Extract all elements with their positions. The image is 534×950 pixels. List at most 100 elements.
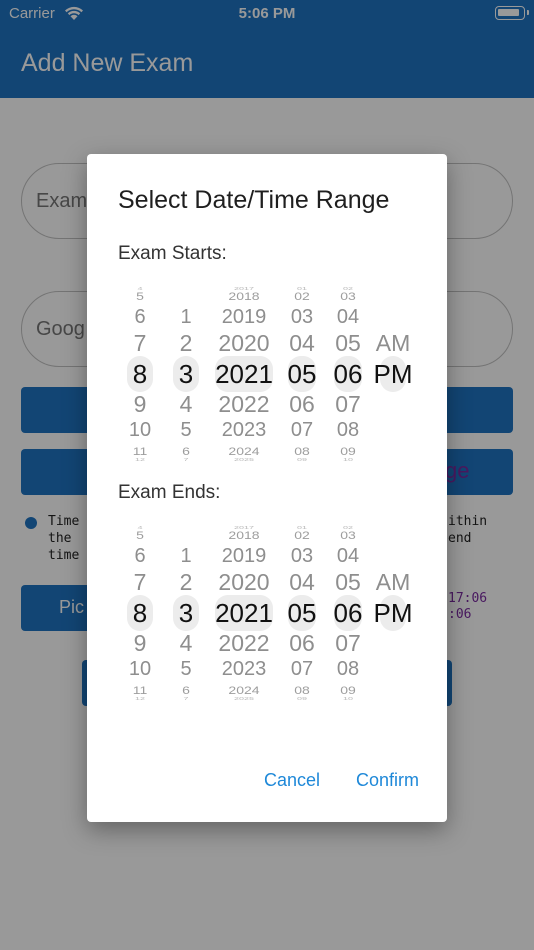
picker-item[interactable]: 06 (282, 392, 322, 416)
picker-item[interactable]: 10 (125, 659, 155, 679)
picker-item[interactable]: PM (371, 361, 415, 387)
picker-item[interactable]: 06 (282, 631, 322, 655)
picker-item[interactable]: 5 (171, 420, 201, 440)
confirm-button[interactable]: Confirm (356, 770, 419, 791)
picker-item[interactable]: 8 (125, 600, 155, 626)
picker-item[interactable]: 09 (329, 445, 367, 456)
picker-item[interactable]: 2018 (209, 290, 279, 301)
picker-item[interactable]: 2022 (209, 631, 279, 655)
picker-item[interactable]: 03 (282, 546, 322, 566)
picker-item[interactable]: 11 (125, 445, 155, 456)
picker-item[interactable]: 08 (282, 445, 322, 456)
exam-start-picker[interactable]: 4 5 6 7 8 9 10 11 12 1 2 3 4 5 6 7 2017 2018 2019 2020 2021 2… (87, 285, 447, 463)
picker-item[interactable]: 2018 (209, 529, 279, 540)
picker-item[interactable]: 11 (125, 684, 155, 695)
day-column[interactable]: 1 2 3 4 5 67 (171, 285, 201, 463)
picker-item[interactable]: 3 (171, 600, 201, 626)
picker-item[interactable]: 4 (171, 392, 201, 416)
picker-item[interactable]: 06 (329, 600, 367, 626)
picker-item[interactable]: 9 (125, 631, 155, 655)
picker-item[interactable]: 6 (125, 307, 155, 327)
ampm-column[interactable]: AM PM (371, 524, 415, 702)
picker-item[interactable]: PM (371, 600, 415, 626)
picker-item[interactable]: 7 (171, 695, 201, 701)
picker-item[interactable]: 06 (329, 361, 367, 387)
picker-item[interactable]: 2021 (209, 600, 279, 626)
picker-item[interactable]: 05 (282, 600, 322, 626)
picker-item[interactable]: 6 (171, 445, 201, 456)
minute-column[interactable]: 02 03 04 05 06 07 08 09 10 (329, 285, 367, 463)
picker-item[interactable]: 03 (282, 307, 322, 327)
picker-item[interactable]: 04 (282, 331, 322, 355)
picker-item[interactable]: 02 (282, 529, 322, 540)
picker-item[interactable]: 09 (282, 695, 322, 701)
exam-end-picker[interactable]: 4 5 6 7 8 9 10 11 12 1 2 3 4 5 6 7 2017 2018 2019 2020 2021 2… (87, 524, 447, 702)
hour-column[interactable]: 4 5 6 7 8 9 10 11 12 (125, 524, 155, 702)
cancel-button[interactable]: Cancel (264, 770, 320, 791)
picker-item[interactable]: 10 (329, 456, 367, 462)
picker-item[interactable]: 2024 (209, 684, 279, 695)
picker-item[interactable]: AM (371, 331, 415, 355)
exam-starts-label: Exam Starts: (118, 243, 227, 264)
picker-item[interactable]: 5 (125, 290, 155, 301)
date-range-dialog: Select Date/Time Range Exam Starts: 4567… (87, 154, 447, 822)
picker-item[interactable]: 04 (282, 570, 322, 594)
picker-item[interactable]: 5 (171, 659, 201, 679)
picker-item[interactable]: 07 (282, 420, 322, 440)
picker-item[interactable]: 1 (171, 546, 201, 566)
picker-item[interactable]: 2022 (209, 392, 279, 416)
picker-item[interactable]: 08 (282, 684, 322, 695)
picker-item[interactable]: 2025 (209, 456, 279, 462)
picker-item[interactable]: 03 (329, 529, 367, 540)
picker-item[interactable]: 10 (329, 695, 367, 701)
picker-item[interactable]: AM (371, 570, 415, 594)
picker-item[interactable]: 2020 (209, 331, 279, 355)
picker-item[interactable]: 07 (282, 659, 322, 679)
picker-item[interactable]: 1 (171, 307, 201, 327)
picker-item[interactable]: 04 (329, 307, 367, 327)
picker-item[interactable]: 2 (171, 570, 201, 594)
picker-item[interactable]: 2 (171, 331, 201, 355)
picker-item[interactable]: 05 (329, 331, 367, 355)
picker-item[interactable]: 07 (329, 631, 367, 655)
picker-item[interactable]: 2019 (209, 307, 279, 327)
picker-item[interactable]: 7 (125, 570, 155, 594)
picker-item[interactable]: 2025 (209, 695, 279, 701)
picker-item[interactable]: 10 (125, 420, 155, 440)
picker-item[interactable]: 2023 (209, 659, 279, 679)
ampm-column[interactable]: AM PM (371, 285, 415, 463)
year-column[interactable]: 2017 2018 2019 2020 2021 2022 2023 2024 2025 (209, 524, 279, 702)
picker-item[interactable]: 8 (125, 361, 155, 387)
picker-item[interactable]: 9 (125, 392, 155, 416)
hour-column[interactable]: 4 5 6 7 8 9 10 11 12 (125, 285, 155, 463)
picker-item[interactable]: 5 (125, 529, 155, 540)
picker-item[interactable]: 3 (171, 361, 201, 387)
month-column[interactable]: 01 02 03 04 05 06 07 08 09 (282, 524, 322, 702)
day-column[interactable]: 1 2 3 4 5 67 (171, 524, 201, 702)
picker-item[interactable]: 12 (125, 456, 155, 462)
picker-item[interactable]: 2020 (209, 570, 279, 594)
picker-item[interactable]: 7 (171, 456, 201, 462)
picker-item[interactable]: 12 (125, 695, 155, 701)
picker-item[interactable]: 09 (329, 684, 367, 695)
picker-item[interactable]: 2023 (209, 420, 279, 440)
picker-item[interactable]: 08 (329, 659, 367, 679)
picker-item[interactable]: 4 (171, 631, 201, 655)
minute-column[interactable]: 02 03 04 05 06 07 08 09 10 (329, 524, 367, 702)
picker-item[interactable]: 05 (282, 361, 322, 387)
picker-item[interactable]: 7 (125, 331, 155, 355)
picker-item[interactable]: 05 (329, 570, 367, 594)
picker-item[interactable]: 6 (125, 546, 155, 566)
year-column[interactable]: 2017 2018 2019 2020 2021 2022 2023 2024 2025 (209, 285, 279, 463)
picker-item[interactable]: 2024 (209, 445, 279, 456)
picker-item[interactable]: 02 (282, 290, 322, 301)
picker-item[interactable]: 2019 (209, 546, 279, 566)
picker-item[interactable]: 6 (171, 684, 201, 695)
picker-item[interactable]: 09 (282, 456, 322, 462)
picker-item[interactable]: 04 (329, 546, 367, 566)
picker-item[interactable]: 03 (329, 290, 367, 301)
picker-item[interactable]: 07 (329, 392, 367, 416)
picker-item[interactable]: 08 (329, 420, 367, 440)
picker-item[interactable]: 2021 (209, 361, 279, 387)
month-column[interactable]: 01 02 03 04 05 06 07 08 09 (282, 285, 322, 463)
